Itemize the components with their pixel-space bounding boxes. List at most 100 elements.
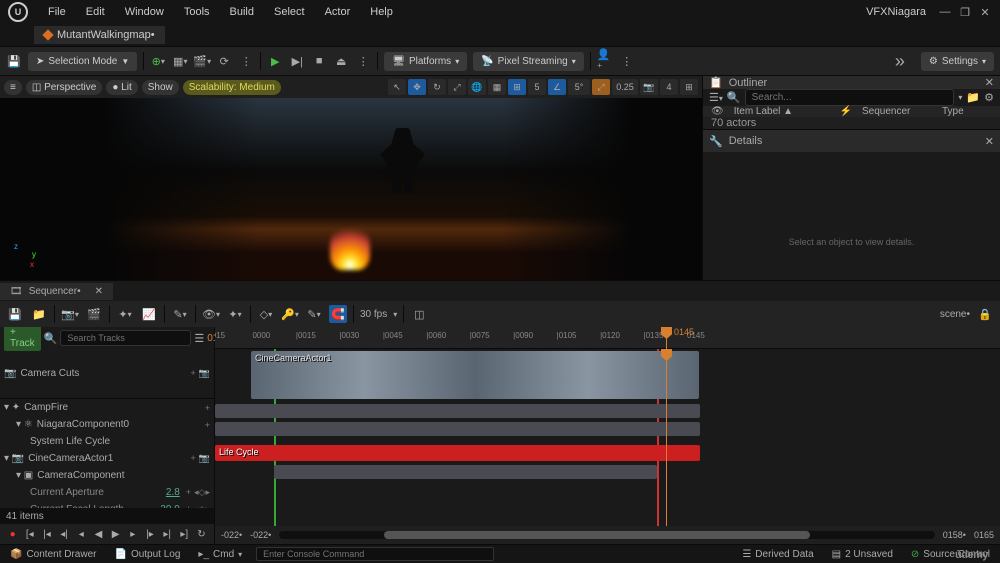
add-button[interactable]: + — [205, 403, 210, 413]
prev-key-button[interactable]: |◂ — [40, 527, 53, 541]
more3-icon[interactable]: ⋮ — [619, 53, 635, 69]
camera-icon[interactable]: 📷 — [199, 453, 210, 464]
go-start-button[interactable]: [◂ — [23, 527, 36, 541]
add-camera-cut-icon[interactable]: + — [191, 368, 196, 379]
clip-bar[interactable] — [215, 404, 700, 418]
sequencer-column[interactable]: Sequencer — [862, 106, 932, 117]
menu-window[interactable]: Window — [115, 6, 174, 18]
outliner-tab[interactable]: 📋 Outliner ✕ — [703, 76, 1000, 89]
scale-snap-icon[interactable]: ⤢ — [592, 79, 610, 95]
scrollbar-thumb[interactable] — [384, 531, 810, 539]
close-sequencer-icon[interactable]: ✕ — [95, 286, 103, 297]
scale-icon[interactable]: ⤢ — [448, 79, 466, 95]
step-back-button[interactable]: ◂| — [58, 527, 71, 541]
curve-editor-icon[interactable]: 📈 — [140, 305, 158, 323]
console-input[interactable] — [256, 547, 494, 561]
view-icon[interactable]: 👁▾ — [202, 305, 220, 323]
track-search-input[interactable] — [60, 330, 191, 346]
derived-data-button[interactable]: ☰Derived Data — [738, 547, 817, 562]
camera-track-icon[interactable]: 📷 — [199, 368, 210, 379]
visibility-col-icon[interactable]: 👁 — [711, 106, 724, 117]
skip-icon[interactable]: ▶| — [289, 53, 305, 69]
frame-back-button[interactable]: ◂ — [75, 527, 88, 541]
folder-icon[interactable]: 📁 — [966, 91, 980, 104]
viewport-menu-button[interactable]: ≡ — [4, 80, 22, 95]
menu-help[interactable]: Help — [360, 6, 403, 18]
render-queue-icon[interactable]: 🎬 — [85, 305, 103, 323]
add-button[interactable]: + — [191, 453, 196, 464]
filter-icon[interactable]: ☰▾ — [709, 91, 723, 104]
playhead[interactable] — [666, 349, 667, 526]
fps-dropdown[interactable]: 30 fps — [360, 309, 387, 320]
selection-mode-button[interactable]: ➤ Selection Mode ▼ — [28, 52, 137, 71]
more2-icon[interactable]: ⋮ — [355, 53, 371, 69]
add-track-button[interactable]: + Track — [4, 327, 41, 351]
grid-snap-icon[interactable]: ⊞ — [508, 79, 526, 95]
close-button[interactable]: ✕ — [978, 5, 992, 19]
tracks-canvas[interactable]: CineCameraActor1 Life Cycle — [215, 349, 1000, 526]
clip-bar[interactable] — [274, 465, 657, 479]
add-key-icon[interactable]: + — [186, 504, 191, 508]
track-camera-component[interactable]: ▾ ▣CameraComponent — [0, 467, 214, 484]
marketplace-icon[interactable]: ▦▾ — [172, 53, 188, 69]
step-fwd-button[interactable]: |▸ — [143, 527, 156, 541]
menu-file[interactable]: File — [38, 6, 76, 18]
angle-value[interactable]: 5° — [568, 79, 590, 95]
record-button[interactable]: ● — [6, 527, 19, 541]
maximize-viewport-icon[interactable]: ⊞ — [680, 79, 698, 95]
clip-bar[interactable] — [215, 422, 700, 436]
item-label-column[interactable]: Item Label ▲ — [734, 106, 830, 117]
track-aperture[interactable]: Current Aperture 2.8 + ◂◇▸ — [0, 484, 214, 501]
gear2-icon[interactable]: ⚙ — [984, 91, 994, 104]
grid-value[interactable]: 5 — [528, 79, 546, 95]
search-options-icon[interactable]: ▾ — [958, 93, 962, 102]
minimize-button[interactable]: — — [938, 5, 952, 19]
expand-toolbar-icon[interactable]: » — [895, 51, 905, 72]
rotate-icon[interactable]: ↻ — [428, 79, 446, 95]
camera-speed-icon[interactable]: 📷 — [640, 79, 658, 95]
filter-tracks-icon[interactable]: ☰ — [194, 332, 204, 345]
details-tab[interactable]: 🔧 Details ✕ — [703, 130, 1000, 152]
play-button[interactable]: ▶ — [267, 53, 283, 69]
select-mode-icon[interactable]: ↖ — [388, 79, 406, 95]
cmd-dropdown[interactable]: ▸_Cmd▾ — [194, 547, 246, 562]
play-reverse-button[interactable]: ◀ — [92, 527, 105, 541]
translate-icon[interactable]: ✥ — [408, 79, 426, 95]
edit-tool-icon[interactable]: ✎▾ — [171, 305, 189, 323]
save-seq-icon[interactable]: 💾 — [6, 305, 24, 323]
menu-tools[interactable]: Tools — [174, 6, 220, 18]
output-log-button[interactable]: 📄Output Log — [110, 547, 184, 562]
lit-button[interactable]: ● Lit — [106, 80, 137, 95]
loop-button[interactable]: ↻ — [195, 527, 208, 541]
scalability-button[interactable]: Scalability: Medium — [183, 80, 281, 95]
type-column[interactable]: Type — [942, 106, 992, 117]
document-tab[interactable]: MutantWalkingmap• — [34, 26, 165, 44]
content-drawer-button[interactable]: 📦Content Drawer — [6, 547, 100, 562]
snap-icon[interactable]: 🧲 — [329, 305, 347, 323]
play-forward-button[interactable]: ▶ — [109, 527, 122, 541]
track-cinecamera[interactable]: ▾ 📷CineCameraActor1 +📷 — [0, 450, 214, 467]
camera-cut-clip[interactable]: CineCameraActor1 — [251, 351, 699, 399]
pixel-streaming-button[interactable]: 📡Pixel Streaming▾ — [473, 52, 584, 71]
restore-button[interactable]: ❐ — [958, 5, 972, 19]
settings-button[interactable]: ⚙Settings▾ — [921, 52, 994, 71]
show-button[interactable]: Show — [142, 80, 179, 95]
coord-icon[interactable]: 🌐 — [468, 79, 486, 95]
menu-build[interactable]: Build — [220, 6, 264, 18]
next-key-button[interactable]: ▸| — [161, 527, 174, 541]
cinematics-icon[interactable]: 🎬▾ — [194, 53, 210, 69]
save-icon[interactable]: 💾 — [6, 53, 22, 69]
eject-icon[interactable]: ⏏ — [333, 53, 349, 69]
actions-icon[interactable]: ✦▾ — [116, 305, 134, 323]
add-button[interactable]: + — [205, 420, 210, 430]
platforms-button[interactable]: 🖥Platforms▾ — [384, 52, 467, 71]
sequencer-tab[interactable]: 🎞 Sequencer• ✕ — [0, 283, 113, 300]
close-outliner-icon[interactable]: ✕ — [985, 76, 994, 89]
sequence-icon[interactable]: ⟳ — [216, 53, 232, 69]
audit-icon[interactable]: 👤⁺ — [597, 53, 613, 69]
go-end-button[interactable]: ▸] — [178, 527, 191, 541]
close-details-icon[interactable]: ✕ — [985, 135, 994, 148]
outliner-search-input[interactable] — [745, 89, 955, 106]
timeline-scrollbar[interactable]: -022• -022• 0158• 0165 — [215, 526, 1000, 544]
surface-icon[interactable]: ▦ — [488, 79, 506, 95]
